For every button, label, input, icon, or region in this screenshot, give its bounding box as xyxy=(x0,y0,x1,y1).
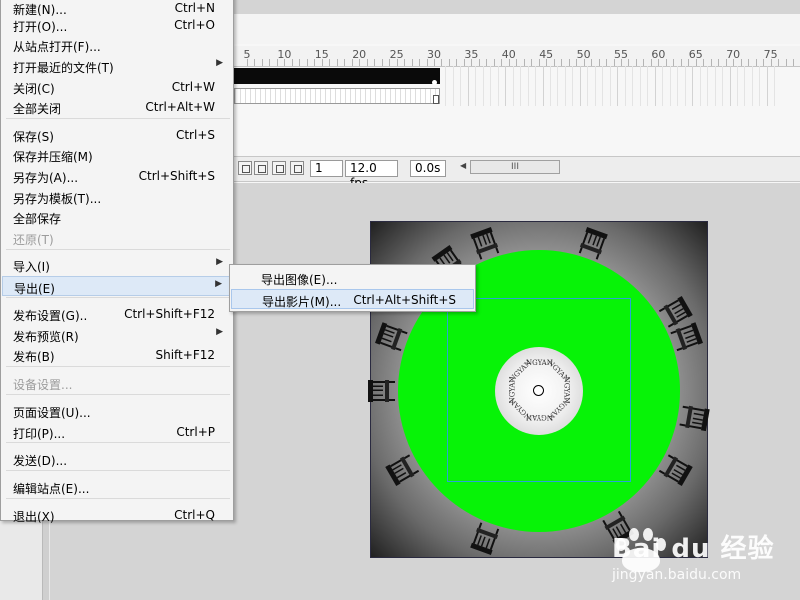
menu-item-label: 打印(P)... xyxy=(13,427,66,441)
app-top-bar xyxy=(234,0,800,14)
menu-item[interactable]: 打开最近的文件(T) ▶ xyxy=(2,56,232,76)
menu-item-shortcut: Ctrl+O xyxy=(174,18,215,32)
menu-item[interactable]: 页面设置(U)... xyxy=(2,401,232,421)
edit-multiple-frames-icon[interactable] xyxy=(272,161,286,175)
menu-item-shortcut: Ctrl+P xyxy=(176,425,215,439)
layer-1-frames[interactable] xyxy=(234,68,440,84)
menu-item[interactable]: 全部保存 xyxy=(2,207,232,227)
menu-item-label: 退出(X) xyxy=(13,510,55,524)
menu-item[interactable]: 关闭(C) Ctrl+W xyxy=(2,77,232,97)
menu-item-label: 关闭(C) xyxy=(13,82,55,96)
menu-item-label: 编辑站点(E)... xyxy=(13,482,90,496)
menu-item-label: 设备设置... xyxy=(13,378,73,392)
menu-separator xyxy=(6,118,230,119)
menu-item[interactable]: 发布预览(R) ▶ xyxy=(2,325,232,345)
menu-separator xyxy=(6,366,230,367)
menu-item[interactable]: 另存为(A)... Ctrl+Shift+S xyxy=(2,166,232,186)
export-movie-item[interactable]: 导出影片(M)... Ctrl+Alt+Shift+S xyxy=(231,289,474,309)
menu-separator xyxy=(6,394,230,395)
menu-item-label: 导出(E) xyxy=(14,282,55,296)
menu-item-label: 发布(B) xyxy=(13,350,55,364)
current-frame-field: 1 xyxy=(310,160,343,177)
onion-skin-icon[interactable] xyxy=(238,161,252,175)
menu-item[interactable]: 发布设置(G).. Ctrl+Shift+F12 xyxy=(2,304,232,324)
submenu-arrow-icon: ▶ xyxy=(215,279,222,289)
submenu-arrow-icon: ▶ xyxy=(216,257,223,267)
menu-item[interactable]: 发送(D)... xyxy=(2,449,232,469)
submenu-arrow-icon: ▶ xyxy=(216,327,223,337)
end-frame-marker xyxy=(433,95,439,104)
menu-item-label: 打开最近的文件(T) xyxy=(13,61,114,75)
menu-item[interactable]: 打印(P)... Ctrl+P xyxy=(2,422,232,442)
menu-item-label: 页面设置(U)... xyxy=(13,406,91,420)
menu-item[interactable]: 全部关闭 Ctrl+Alt+W xyxy=(2,97,232,117)
menu-item[interactable]: 保存并压缩(M) xyxy=(2,145,232,165)
menu-item-label: 另存为模板(T)... xyxy=(13,192,102,206)
menu-item-shortcut: Ctrl+S xyxy=(175,128,215,142)
menu-item-label: 发送(D)... xyxy=(13,454,68,468)
menu-item: 设备设置... xyxy=(2,373,232,393)
menu-item-shortcut: Ctrl+W xyxy=(171,80,215,94)
menu-item-label: 导入(I) xyxy=(13,260,50,274)
layer-2-frames[interactable] xyxy=(234,88,440,104)
menu-item-label: 从站点打开(F)... xyxy=(13,40,101,54)
onion-markers-icon[interactable] xyxy=(290,161,304,175)
watermark-url: jingyan.baidu.com xyxy=(612,567,742,583)
elapsed-time-field: 0.0s xyxy=(410,160,446,177)
transform-point-icon[interactable] xyxy=(533,385,544,396)
frame-ruler[interactable]: 5 10 15 20 25 30 35 40 45 50 55 60 65 70 75 xyxy=(234,46,800,67)
menu-item-label: 导出影片(M)... xyxy=(262,295,342,309)
menu-item[interactable]: 发布(B) Shift+F12 xyxy=(2,345,232,365)
menu-item-shortcut: Ctrl+Q xyxy=(174,508,215,522)
menu-item[interactable]: 打开(O)... Ctrl+O xyxy=(2,15,232,35)
menu-item-label: 保存并压缩(M) xyxy=(13,150,93,164)
menu-item-label: 全部保存 xyxy=(13,212,62,226)
menu-item-label: 保存(S) xyxy=(13,130,54,144)
menu-item-label: 全部关闭 xyxy=(13,102,62,116)
menu-item-label: 导出图像(E)... xyxy=(261,273,338,287)
file-menu: 新建(N)... Ctrl+N 打开(O)... Ctrl+O 从站点打开(F)... 打… xyxy=(0,0,234,524)
onion-outline-icon[interactable] xyxy=(254,161,268,175)
export-submenu: 导出图像(E)... 导出影片(M)... Ctrl+Alt+Shift+S xyxy=(229,264,476,312)
keyframe-dot xyxy=(432,80,437,85)
frame-rate-field[interactable]: 12.0 fps xyxy=(345,160,398,190)
menu-item-label: 发布设置(G).. xyxy=(13,309,88,323)
menu-separator xyxy=(6,442,230,443)
menu-item[interactable]: 另存为模板(T)... xyxy=(2,187,232,207)
menu-item-label: 发布预览(R) xyxy=(13,330,79,344)
menu-item-shortcut: Shift+F12 xyxy=(155,348,215,362)
chair-icon xyxy=(366,378,396,404)
document-tab-bar xyxy=(234,14,800,45)
scroll-left-icon[interactable]: ◀ xyxy=(460,161,466,170)
menu-item: 还原(T) xyxy=(2,228,232,248)
menu-item[interactable]: 保存(S) Ctrl+S xyxy=(2,125,232,145)
menu-separator xyxy=(6,249,230,250)
menu-item-shortcut: Ctrl+Alt+W xyxy=(145,100,215,114)
timeline-scrollbar[interactable]: III xyxy=(470,160,560,174)
menu-item-shortcut: Ctrl+Shift+S xyxy=(138,169,215,183)
menu-item-label: 还原(T) xyxy=(13,233,54,247)
menu-item[interactable]: 退出(X) Ctrl+Q xyxy=(2,505,232,525)
menu-separator xyxy=(6,470,230,471)
export-image-item[interactable]: 导出图像(E)... xyxy=(231,268,474,288)
menu-item[interactable]: 从站点打开(F)... xyxy=(2,35,232,55)
watermark-brand: Bai du 经验 xyxy=(612,534,775,564)
menu-item-label: 另存为(A)... xyxy=(13,171,79,185)
menu-separator xyxy=(6,297,230,298)
menu-item-label: 打开(O)... xyxy=(13,20,68,34)
menu-item[interactable]: 导出(E) ▶ xyxy=(2,276,232,296)
menu-item[interactable]: 导入(I) ▶ xyxy=(2,255,232,275)
menu-item-shortcut: Ctrl+Alt+Shift+S xyxy=(353,293,456,307)
menu-item-shortcut: Ctrl+Shift+F12 xyxy=(124,307,215,321)
menu-item[interactable]: 编辑站点(E)... xyxy=(2,477,232,497)
menu-separator xyxy=(6,498,230,499)
submenu-arrow-icon: ▶ xyxy=(216,58,223,68)
menu-item-shortcut: Ctrl+N xyxy=(174,1,215,15)
